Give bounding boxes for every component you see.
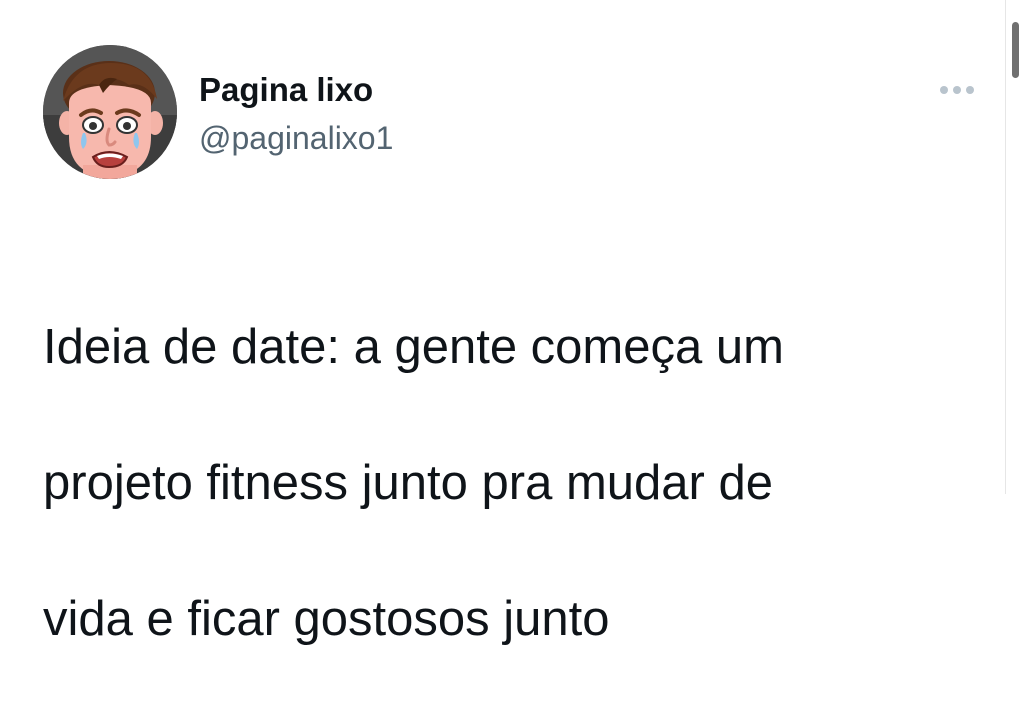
display-name[interactable]: Pagina lixo xyxy=(199,70,373,110)
scrollbar-track[interactable] xyxy=(1005,0,1024,494)
cartoon-crying-man-avatar-icon xyxy=(43,45,177,179)
avatar[interactable] xyxy=(43,45,177,179)
more-horizontal-icon-dot xyxy=(966,86,974,94)
tweet-text: Ideia de date: a gente começa um projeto… xyxy=(43,245,993,721)
more-horizontal-icon xyxy=(940,86,948,94)
more-options-button[interactable] xyxy=(934,72,980,108)
tweet-text-line: Ideia de date: a gente começa um xyxy=(43,320,784,374)
user-handle[interactable]: @paginalixo1 xyxy=(199,118,393,158)
tweet-text-line: projeto fitness junto pra mudar de xyxy=(43,456,773,510)
tweet: Pagina lixo @paginalixo1 Ideia de date: … xyxy=(0,0,1006,646)
scrollbar-thumb[interactable] xyxy=(1012,22,1019,78)
tweet-text-line: vida e ficar gostosos junto xyxy=(43,592,610,646)
more-horizontal-icon-dot xyxy=(953,86,961,94)
